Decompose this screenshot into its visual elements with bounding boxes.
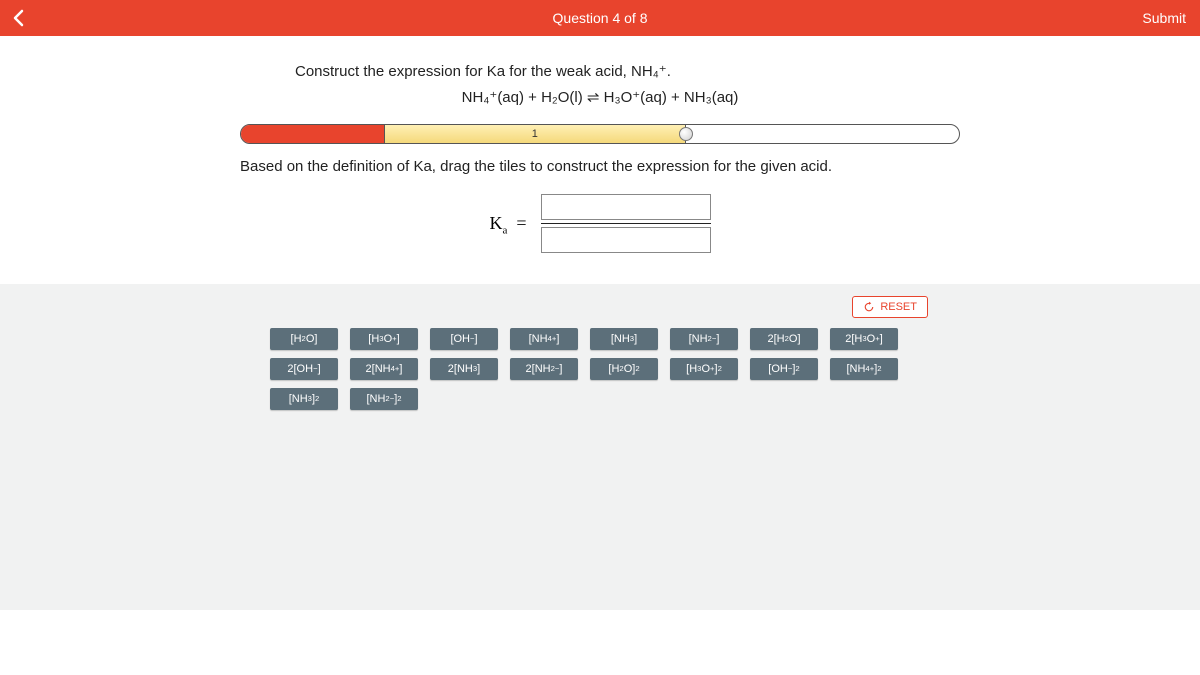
tile[interactable]: [NH3] (590, 328, 658, 350)
chevron-left-icon (12, 9, 24, 27)
reset-button[interactable]: RESET (852, 296, 928, 318)
tile[interactable]: [H3O+] (350, 328, 418, 350)
submit-button[interactable]: Submit (1128, 0, 1200, 36)
reset-icon (863, 301, 875, 313)
tile[interactable]: 2[NH2−] (510, 358, 578, 380)
ka-expression: Ka = (0, 193, 1200, 254)
progress-current: 1 (385, 125, 687, 143)
reset-label: RESET (880, 301, 917, 313)
prompt-text: Construct the expression for Ka for the … (295, 62, 1200, 80)
tile[interactable]: [NH2−]2 (350, 388, 418, 410)
progress-bar: 1 (240, 124, 960, 144)
tile[interactable]: [H3O+]2 (670, 358, 738, 380)
tile[interactable]: [NH4+] (510, 328, 578, 350)
numerator-drop[interactable] (541, 194, 711, 220)
tile[interactable]: 2[H2O] (750, 328, 818, 350)
tiles-grid: [H2O][H3O+][OH−][NH4+][NH3][NH2−]2[H2O]2… (270, 328, 930, 410)
question-counter: Question 4 of 8 (553, 10, 648, 26)
tile[interactable]: [NH2−] (670, 328, 738, 350)
ka-label: Ka = (489, 213, 526, 234)
denominator-drop[interactable] (541, 227, 711, 253)
tile[interactable]: 2[NH4+] (350, 358, 418, 380)
tile[interactable]: [NH4+]2 (830, 358, 898, 380)
progress-completed (241, 125, 385, 143)
instruction-text: Based on the definition of Ka, drag the … (240, 158, 1200, 175)
progress-knob[interactable] (679, 127, 693, 141)
tile[interactable]: [H2O]2 (590, 358, 658, 380)
tiles-section: RESET [H2O][H3O+][OH−][NH4+][NH3][NH2−]2… (0, 284, 1200, 610)
tile[interactable]: [NH3]2 (270, 388, 338, 410)
tile[interactable]: [H2O] (270, 328, 338, 350)
question-content: Construct the expression for Ka for the … (0, 36, 1200, 254)
back-button[interactable] (0, 0, 36, 36)
tile[interactable]: [OH−] (430, 328, 498, 350)
header: Question 4 of 8 Submit (0, 0, 1200, 36)
tile[interactable]: [OH−]2 (750, 358, 818, 380)
reaction-equation: NH₄⁺(aq) + H₂O(l) ⇌ H₃O⁺(aq) + NH₃(aq) (0, 88, 1200, 106)
tile[interactable]: 2[H3O+] (830, 328, 898, 350)
tile[interactable]: 2[OH−] (270, 358, 338, 380)
fraction (541, 193, 711, 254)
fraction-bar (541, 223, 711, 224)
tile[interactable]: 2[NH3] (430, 358, 498, 380)
